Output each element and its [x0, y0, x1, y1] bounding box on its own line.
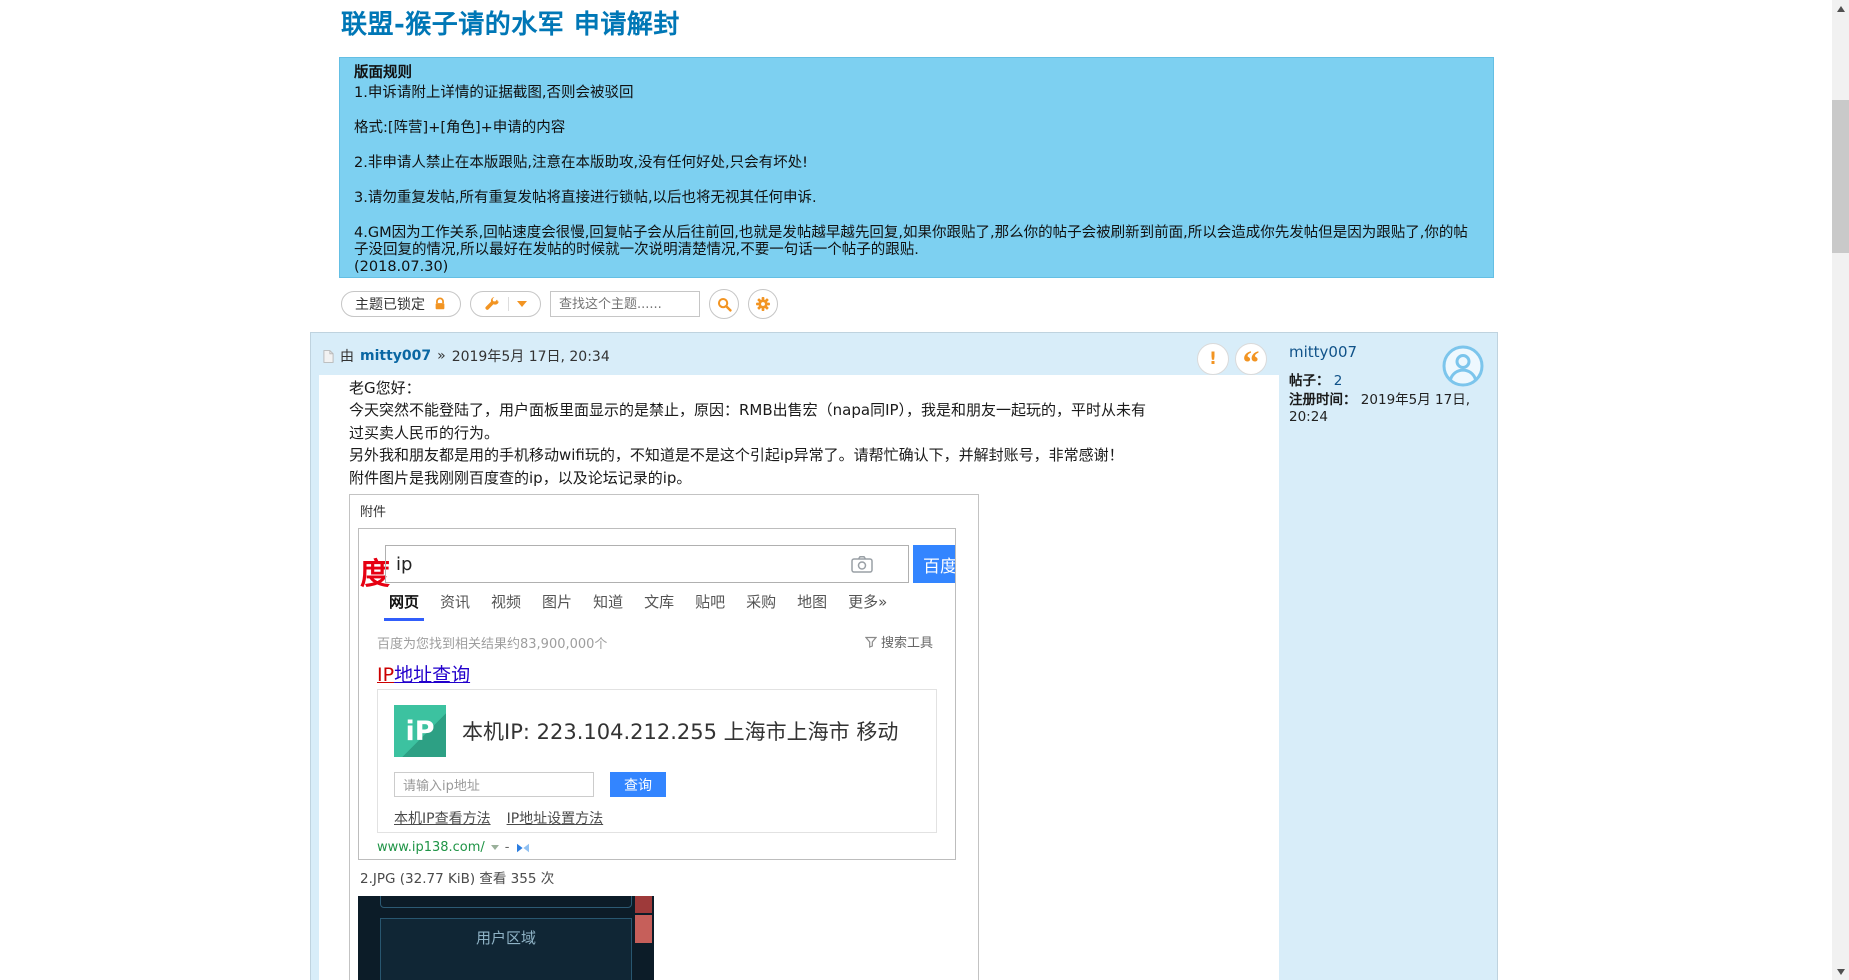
result-title-highlight: IP: [377, 664, 394, 686]
rule-line: 1.申诉请附上详情的证据截图,否则会被驳回: [354, 85, 1479, 102]
dropdown-arrow-icon: [491, 845, 499, 850]
scrollbar[interactable]: [1832, 0, 1849, 980]
baidu-tab: 图片: [542, 591, 572, 612]
report-button[interactable]: [1197, 343, 1229, 375]
baidu-tab: 视频: [491, 591, 521, 612]
chevron-down-icon: [517, 301, 527, 307]
quote-icon: [1243, 350, 1260, 369]
forum-topic-page: 联盟-猴子请的水军 申请解封 版面规则 1.申诉请附上详情的证据截图,否则会被驳…: [0, 0, 1849, 980]
message-line: 今天突然不能登陆了，用户面板里面显示的是禁止，原因：RMB出售宏（napa同IP…: [349, 399, 1279, 421]
rule-line: 3.请勿重复发帖,所有重复发帖将直接进行锁帖,以后也将无视其任何申诉.: [354, 190, 1479, 207]
rules-heading: 版面规则: [354, 64, 1479, 82]
game-user-area-panel: 用户区域 扩展 None: [380, 918, 632, 980]
profile-joined: 注册时间： 2019年5月 17日, 20:24: [1289, 392, 1489, 426]
post-action-buttons: [1197, 343, 1267, 375]
message-line: 另外我和朋友都是用的手机移动wifi玩的，不知道是不是这个引起ip异常了。请帮忙…: [349, 444, 1279, 466]
scrollbar-down-button[interactable]: [1832, 963, 1849, 980]
wrench-icon: [484, 296, 500, 312]
result-title-rest: 地址查询: [394, 664, 470, 686]
baidu-tab: 文库: [644, 591, 674, 612]
post-author-link[interactable]: mitty007: [360, 348, 431, 364]
baidu-tab: 资讯: [440, 591, 470, 612]
post-header-separator: »: [437, 348, 446, 364]
baidu-tab: 网页: [389, 591, 419, 612]
profile-posts-label: 帖子：: [1289, 373, 1330, 389]
game-panel-title: 用户区域: [381, 927, 631, 948]
quote-button[interactable]: [1235, 343, 1267, 375]
rule-line: (2018.07.30): [354, 259, 1479, 276]
report-icon: [1209, 349, 1217, 369]
lock-icon: [433, 297, 447, 311]
baidu-search-button: 百度: [913, 545, 956, 583]
attachment-image-baidu[interactable]: 度 ip 百度 网页资讯视频图片知道文库贴吧采购地图更多» 百度为您找到相关结果…: [358, 528, 956, 860]
post-message: 老G您好：今天突然不能登陆了，用户面板里面显示的是禁止，原因：RMB出售宏（na…: [349, 377, 1279, 489]
gear-icon: [755, 296, 771, 312]
attachment-image-game[interactable]: 用户区域 扩展 None: [358, 896, 654, 980]
baidu-tab: 知道: [593, 591, 623, 612]
baidu-tab: 更多»: [848, 591, 887, 612]
attachment-box: 附件 度 ip 百度 网页资讯视频图片知道文库贴吧采购地图更多» 百度为您找到相…: [349, 494, 979, 980]
topic-locked-label: 主题已锁定: [355, 294, 425, 314]
camera-icon: [851, 555, 873, 577]
ip-main-text: 本机IP: 223.104.212.255 上海市上海市 移动: [462, 716, 898, 746]
scrollbar-up-button[interactable]: [1832, 0, 1849, 17]
ip-card: iP 本机IP: 223.104.212.255 上海市上海市 移动 请输入ip…: [377, 689, 937, 833]
ip-logo: iP: [394, 705, 446, 757]
post-author-prefix: 由: [340, 346, 354, 366]
page-icon: [323, 350, 334, 363]
url-dash: [505, 840, 510, 855]
attachment-file-info: 2.JPG (32.77 KiB) 查看 355 次: [360, 867, 970, 887]
forum-rules-box: 版面规则 1.申诉请附上详情的证据截图,否则会被驳回格式:[阵营]+[角色]+申…: [339, 57, 1494, 278]
topic-toolbar: 主题已锁定: [341, 289, 778, 319]
baidu-search-tools-label: 搜索工具: [881, 632, 933, 651]
scroll-up-icon: [1837, 6, 1845, 12]
ip-link-local: 本机IP查看方法: [394, 808, 491, 828]
topic-tools-button[interactable]: [470, 291, 541, 317]
topic-search-input[interactable]: [550, 291, 700, 317]
baidu-tabs: 网页资讯视频图片知道文库贴吧采购地图更多»: [389, 591, 887, 612]
avatar[interactable]: [1442, 345, 1484, 391]
result-url: www.ip138.com/: [377, 840, 485, 855]
result-url-row: www.ip138.com/: [377, 840, 530, 855]
profile-joined-label: 注册时间：: [1289, 392, 1357, 408]
baidu-search-box: ip: [385, 545, 909, 583]
translate-icon: [516, 843, 530, 853]
rules-lines: 1.申诉请附上详情的证据截图,否则会被驳回格式:[阵营]+[角色]+申请的内容 2…: [354, 85, 1479, 276]
filter-icon: [865, 636, 877, 648]
post-panel: 由 mitty007 » 2019年5月 17日, 20:34 老G您好：今天突…: [310, 332, 1498, 980]
attachment-label: 附件: [360, 501, 970, 520]
topic-locked-button[interactable]: 主题已锁定: [341, 291, 461, 317]
ip-link-settings: IP地址设置方法: [507, 808, 604, 828]
game-partial-box: [380, 896, 632, 908]
scroll-down-icon: [1837, 969, 1845, 975]
baidu-result-title: IP地址查询: [377, 660, 470, 687]
message-line: 老G您好：: [349, 377, 1279, 399]
baidu-tab: 采购: [746, 591, 776, 612]
settings-button[interactable]: [748, 289, 778, 319]
message-line: 过买卖人民币的行为。: [349, 422, 1279, 444]
scrollbar-thumb[interactable]: [1832, 100, 1849, 253]
message-line: 附件图片是我刚刚百度查的ip，以及论坛记录的ip。: [349, 467, 1279, 489]
post-body: 老G您好：今天突然不能登陆了，用户面板里面显示的是禁止，原因：RMB出售宏（na…: [319, 375, 1279, 980]
baidu-query-text: ip: [396, 554, 412, 575]
rule-line: 格式:[阵营]+[角色]+申请的内容: [354, 120, 1479, 137]
rule-line: 4.GM因为工作关系,回帖速度会很慢,回复帖子会从后往前回,也就是发帖越早越先回…: [354, 225, 1479, 259]
post-date: 2019年5月 17日, 20:34: [452, 346, 610, 366]
ip-links: 本机IP查看方法 IP地址设置方法: [394, 808, 603, 828]
tools-divider: [508, 297, 509, 311]
search-button[interactable]: [709, 289, 739, 319]
red-scrollbar-block: [635, 896, 652, 943]
ip-input-placeholder: 请输入ip地址: [403, 775, 480, 794]
search-icon: [717, 297, 732, 312]
post-header: 由 mitty007 » 2019年5月 17日, 20:34: [323, 346, 610, 366]
baidu-tab: 地图: [797, 591, 827, 612]
profile-posts-count[interactable]: 2: [1334, 373, 1343, 389]
baidu-search-tools: 搜索工具: [865, 632, 933, 651]
rule-line: 2.非申请人禁止在本版跟贴,注意在本版助攻,没有任何好处,只会有坏处!: [354, 155, 1479, 172]
ip-query-button: 查询: [610, 772, 666, 797]
baidu-tab: 贴吧: [695, 591, 725, 612]
ip-input: 请输入ip地址: [394, 772, 594, 797]
baidu-results-count: 百度为您找到相关结果约83,900,000个: [377, 633, 607, 652]
page-title: 联盟-猴子请的水军 申请解封: [341, 4, 680, 41]
